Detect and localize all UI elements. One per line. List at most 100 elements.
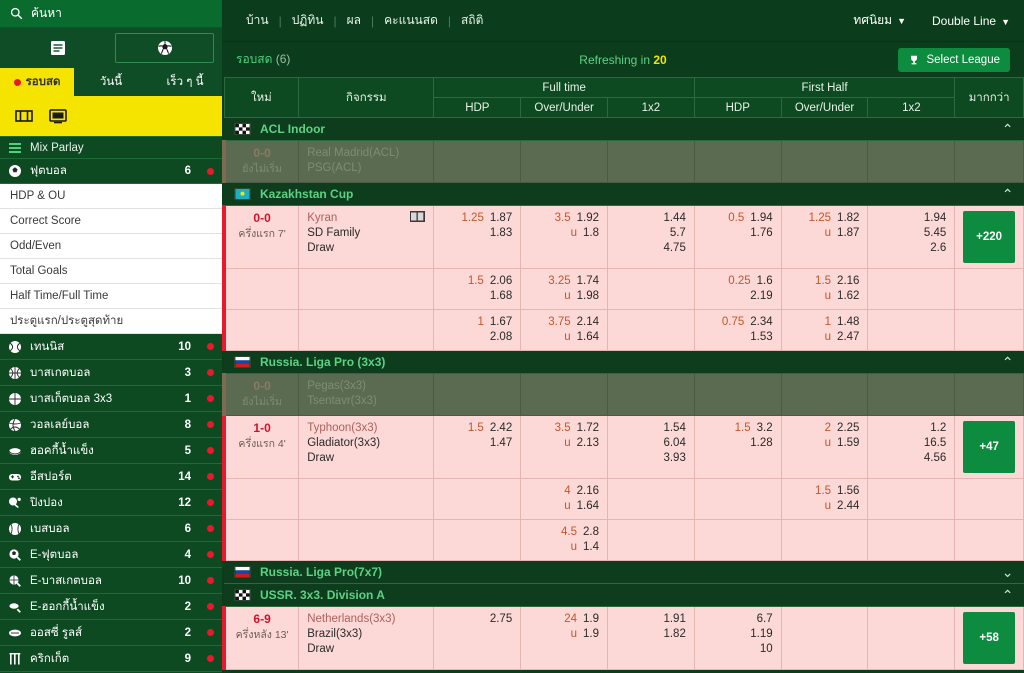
more-markets-button[interactable]: +47 [963, 421, 1015, 473]
odds-ou-cell[interactable]: 2 2.25 u 1.59 [790, 421, 860, 451]
nav-home[interactable]: บ้าน [236, 11, 279, 30]
ft-hdp-cell[interactable] [433, 373, 522, 416]
nav-calendar[interactable]: ปฏิทิน [282, 11, 334, 30]
odds-ou-cell[interactable]: 1 1.48 u 2.47 [790, 315, 860, 345]
odds-hdp-cell[interactable]: 0.75 2.34 1.53 [703, 315, 773, 345]
ft-hdp-cell[interactable]: 1.25 1.87 1.83 [433, 205, 522, 269]
chevron-up-icon[interactable]: ⌃ [1002, 355, 1014, 369]
ft-ou-cell[interactable]: 4.5 2.8 u 1.4 [520, 519, 609, 561]
ft-hdp-cell[interactable]: 1.5 2.42 1.47 [433, 415, 522, 479]
hh-1x2-cell[interactable] [867, 268, 956, 310]
ft-ou-cell[interactable]: 3.75 2.14 u 1.64 [520, 309, 609, 351]
hh-hdp-cell[interactable]: 0.5 1.94 1.76 [694, 205, 782, 269]
match-teams-cell[interactable]: Netherlands(3x3) Brazil(3x3) Draw [298, 606, 435, 670]
hh-ou-cell[interactable]: 2 2.25 u 1.59 [781, 415, 869, 479]
match-subrow[interactable]: 4.5 2.8 u 1.4 [222, 519, 1024, 561]
match-stats-badge-icon[interactable] [410, 211, 426, 222]
hh-1x2-cell[interactable] [867, 606, 956, 670]
league-header-row[interactable]: Kazakhstan Cup ⌃ [224, 182, 1024, 206]
odds-1x2-cell[interactable]: 1.91 1.82 [616, 612, 685, 642]
ft-1x2-cell[interactable] [607, 478, 695, 520]
hh-ou-cell[interactable] [781, 519, 869, 561]
sidebar-item-sport[interactable]: คริกเก็ต 9 [0, 646, 222, 672]
ft-1x2-cell[interactable]: 1.44 5.7 4.75 [607, 205, 695, 269]
chevron-down-icon[interactable]: ⌄ [1002, 565, 1014, 579]
match-row[interactable]: 6-9 ครึ่งหลัง 13' Netherlands(3x3) Brazil(3… [222, 606, 1024, 670]
chevron-up-icon[interactable]: ⌃ [1002, 588, 1014, 602]
ft-ou-cell[interactable] [520, 140, 609, 183]
sidebar-list-view-button[interactable] [8, 33, 107, 63]
ft-hdp-cell[interactable]: 1.5 2.06 1.68 [433, 268, 522, 310]
odds-ou-cell[interactable]: 1.5 1.56 u 2.44 [790, 484, 859, 514]
hh-extra-1x2-cell[interactable]: 6.7 1.19 10 [694, 606, 782, 670]
sidebar-tab-early[interactable]: เร็ว ๆ นี้ [148, 68, 222, 96]
hh-hdp-cell[interactable]: 1.5 3.2 1.28 [694, 415, 782, 479]
match-row[interactable]: 0-0 ยังไม่เริ่ม Real Madrid(ACL) PSG(ACL) [222, 140, 1024, 183]
odds-1x2-cell[interactable]: 6.7 1.19 10 [703, 612, 772, 657]
ft-1x2-cell[interactable] [607, 519, 695, 561]
match-teams-cell[interactable]: Real Madrid(ACL) PSG(ACL) [298, 140, 435, 183]
odds-1x2-cell[interactable]: 1.2 16.5 4.56 [876, 421, 946, 466]
match-teams-cell[interactable]: Kyran SD Family Draw [298, 205, 435, 269]
odds-ou-cell[interactable]: 1.5 2.16 u 1.62 [790, 274, 859, 304]
match-subrow[interactable]: 1 1.67 2.08 3.75 2.14 u 1.64 0.75 2.34 1.53 1 1.48 u… [222, 309, 1024, 351]
ft-ou-cell[interactable]: 3.5 1.72 u 2.13 [520, 415, 609, 479]
odds-format-dropdown[interactable]: ทศนิยม ▼ [853, 11, 906, 30]
sidebar-item-sport[interactable]: บาสเกตบอล 3 [0, 360, 222, 386]
match-teams-cell[interactable]: Pegas(3x3) Tsentavr(3x3) [298, 373, 435, 416]
sidebar-item-mix-parlay[interactable]: Mix Parlay [0, 136, 222, 158]
odds-hdp-cell[interactable]: 0.25 1.6 2.19 [703, 274, 772, 304]
hh-ou-cell[interactable] [781, 373, 869, 416]
ft-1x2-cell[interactable]: 1.91 1.82 [607, 606, 695, 670]
hh-ou-cell[interactable]: 1.5 2.16 u 1.62 [781, 268, 869, 310]
ft-1x2-cell[interactable] [607, 268, 695, 310]
hh-1x2-cell[interactable] [867, 309, 956, 351]
more-markets-cell[interactable]: +220 [954, 205, 1024, 269]
odds-ou-cell[interactable]: 4.5 2.8 u 1.4 [529, 525, 599, 555]
match-row[interactable]: 0-0 ครึ่งแรก 7' Kyran SD Family Draw 1.25 1.87… [222, 205, 1024, 269]
search-input[interactable]: ค้นหา [0, 0, 222, 28]
sidebar-item-sport[interactable]: บาสเก็ตบอล 3x3 1 [0, 386, 222, 412]
hh-ou-cell[interactable] [781, 140, 869, 183]
submenu-item-correct-score[interactable]: Correct Score [0, 209, 222, 234]
hh-hdp-cell[interactable]: 0.25 1.6 2.19 [694, 268, 782, 310]
hh-1x2-cell[interactable] [867, 140, 956, 183]
submenu-item-total-goals[interactable]: Total Goals [0, 259, 222, 284]
hh-1x2-cell[interactable] [867, 373, 956, 416]
sidebar-item-sport[interactable]: เบสบอล 6 [0, 516, 222, 542]
chevron-up-icon[interactable]: ⌃ [1002, 187, 1014, 201]
hh-ou-cell[interactable]: 1.25 1.82 u 1.87 [781, 205, 869, 269]
hh-hdp-cell[interactable]: 0.75 2.34 1.53 [694, 309, 782, 351]
sidebar-item-sport[interactable]: ออสซี่ รูลส์ 2 [0, 620, 222, 646]
match-row[interactable]: 0-0 ยังไม่เริ่ม Pegas(3x3) Tsentavr(3x3) [222, 373, 1024, 416]
hh-hdp-cell[interactable] [694, 519, 782, 561]
ft-ou-cell[interactable] [520, 373, 609, 416]
hh-hdp-cell[interactable] [694, 373, 782, 416]
match-subrow[interactable]: 4 2.16 u 1.64 1.5 1.56 u 2.44 [222, 478, 1024, 520]
nav-livescore[interactable]: คะแนนสด [374, 11, 448, 30]
odds-ou-cell[interactable]: 3.5 1.92 u 1.8 [529, 211, 599, 241]
more-markets-button[interactable]: +220 [963, 211, 1015, 263]
hh-1x2-cell[interactable]: 1.2 16.5 4.56 [867, 415, 956, 479]
hh-hdp-cell[interactable] [694, 478, 782, 520]
odds-hdp-cell[interactable]: 1.25 1.87 1.83 [442, 211, 512, 241]
more-markets-cell[interactable]: +58 [954, 606, 1024, 670]
hh-1x2-cell[interactable]: 1.94 5.45 2.6 [867, 205, 956, 269]
submenu-item-first-last-goal[interactable]: ประตูแรก/ประตูสุดท้าย [0, 309, 222, 334]
ft-ou-cell[interactable]: 3.5 1.92 u 1.8 [520, 205, 609, 269]
sidebar-item-sport[interactable]: วอลเลย์บอล 8 [0, 412, 222, 438]
hh-1x2-cell[interactable] [867, 478, 956, 520]
league-header-cell[interactable]: Kazakhstan Cup ⌃ [224, 182, 1024, 206]
odds-ou-cell[interactable]: 3.25 1.74 u 1.98 [529, 274, 599, 304]
sidebar-item-sport[interactable]: E-ฮอกกี้น้ำแข็ง 2 [0, 594, 222, 620]
sidebar-item-sport[interactable]: E-ฟุตบอล 4 [0, 542, 222, 568]
sidebar-item-sport[interactable]: E-บาสเกตบอล 10 [0, 568, 222, 594]
match-row[interactable]: 1-0 ครึ่งแรก 4' Typhoon(3x3) Gladiator(3x3)… [222, 415, 1024, 479]
ft-hdp-cell[interactable] [433, 478, 522, 520]
odds-ou-cell[interactable]: 3.75 2.14 u 1.64 [529, 315, 599, 345]
more-markets-cell[interactable]: +47 [954, 415, 1024, 479]
line-mode-dropdown[interactable]: Double Line ▼ [932, 14, 1010, 28]
sidebar-item-sport[interactable]: ปิงปอง 12 [0, 490, 222, 516]
odds-hdp-cell[interactable]: 1.5 3.2 1.28 [703, 421, 773, 451]
odds-hdp-cell[interactable]: 1.5 2.42 1.47 [442, 421, 512, 451]
